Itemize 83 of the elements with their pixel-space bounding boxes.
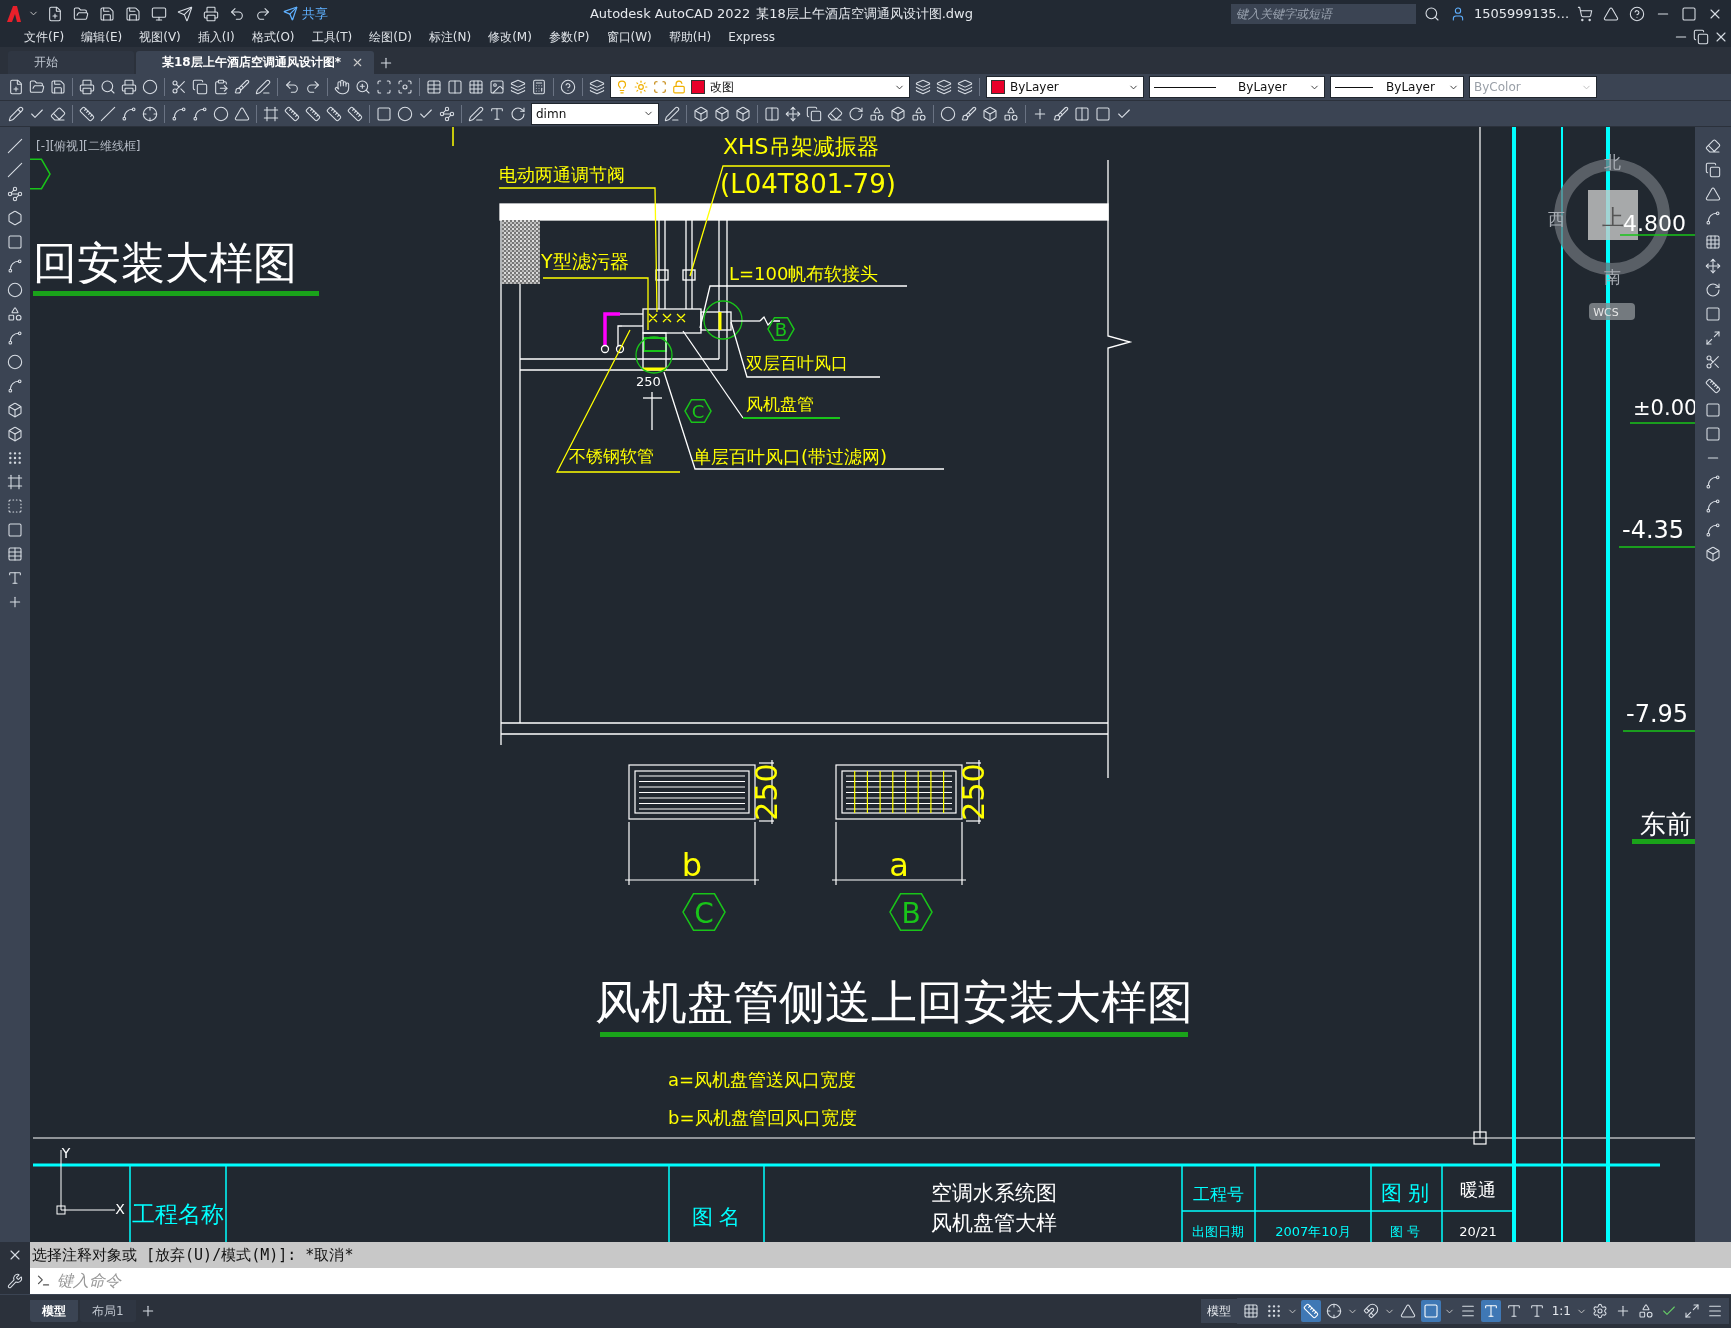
axis-label: Y bbox=[61, 1145, 71, 1162]
drawing-title: 风机盘管侧送上回安装大样图 bbox=[595, 975, 1193, 1030]
axis-label: X bbox=[115, 1201, 125, 1218]
color-value: ByLayer bbox=[1010, 80, 1059, 95]
annotation-scale[interactable]: 1:1 bbox=[1549, 1304, 1573, 1319]
title-block-label: 工程名称 bbox=[132, 1201, 224, 1228]
room-label: 东前 bbox=[1640, 809, 1692, 840]
section-letter: B bbox=[901, 897, 921, 931]
layer-name: 改图 bbox=[710, 78, 734, 96]
search-field[interactable]: 键入关键字或短语 bbox=[1230, 3, 1416, 24]
elevation-text: -7.95 bbox=[1626, 700, 1689, 729]
title-block-label: 图 名 bbox=[691, 1205, 741, 1230]
dimension-text: b bbox=[681, 846, 703, 885]
title-block-text: 20/21 bbox=[1459, 1224, 1497, 1240]
dimension-text: 250 bbox=[636, 374, 661, 390]
callout-letter: C bbox=[691, 401, 705, 423]
menu-item[interactable]: 文件(F) bbox=[18, 28, 76, 46]
legend-text: b=风机盘管回风口宽度 bbox=[668, 1107, 857, 1129]
plot-style-value: ByColor bbox=[1474, 80, 1521, 95]
lineweight-value: ByLayer bbox=[1385, 80, 1436, 95]
ucs-menu-label: WCS bbox=[1593, 306, 1619, 320]
callout-text: (L04T801-79) bbox=[720, 169, 896, 200]
menu-item[interactable]: 视图(V) bbox=[133, 28, 192, 46]
callout-text: 不锈钢软管 bbox=[569, 446, 654, 467]
callout-text: Y型滤污器 bbox=[541, 250, 629, 273]
viewport-label: [-][俯视][二维线框] bbox=[36, 139, 141, 154]
layer-dropdown[interactable]: 改图 bbox=[610, 76, 910, 99]
elevation-text: ±0.00 bbox=[1633, 396, 1695, 421]
compass-label: 西 bbox=[1547, 209, 1565, 230]
color-dropdown[interactable]: ByLayer bbox=[986, 76, 1144, 99]
menu-item[interactable]: 标注(N) bbox=[422, 28, 483, 46]
tab-label: 开始 bbox=[34, 53, 58, 71]
menu-item[interactable]: Express bbox=[722, 30, 786, 45]
file-tab[interactable]: 开始 bbox=[8, 50, 134, 74]
dimension-text: a bbox=[889, 846, 909, 885]
dimension-style-dropdown[interactable]: dimn bbox=[531, 102, 659, 125]
window-title: Autodesk AutoCAD 2022 bbox=[589, 6, 751, 22]
menu-item[interactable]: 绘图(D) bbox=[363, 28, 423, 46]
menu-item[interactable]: 格式(O) bbox=[245, 28, 306, 46]
menu-item[interactable]: 参数(P) bbox=[542, 28, 601, 46]
layout-tab[interactable]: 模型 bbox=[30, 1300, 78, 1323]
file-tab[interactable]: 某18层上午酒店空调通风设计图* bbox=[136, 50, 374, 74]
lineweight-dropdown[interactable]: ByLayer bbox=[1330, 76, 1464, 99]
command-history: 选择注释对象或 [放弃(U)/模式(M)]: *取消* bbox=[30, 1242, 1731, 1268]
title-block-label: 图 别 bbox=[1380, 1181, 1430, 1206]
title-block-text: 风机盘管大样 bbox=[931, 1211, 1057, 1236]
dimension-style-value: dimn bbox=[536, 106, 567, 121]
linetype-dropdown[interactable]: ByLayer bbox=[1149, 76, 1325, 99]
dimension-text: 250 bbox=[956, 763, 991, 822]
menu-item[interactable]: 帮助(H) bbox=[662, 28, 723, 46]
dimension-text: 250 bbox=[749, 763, 784, 822]
callout-text: L=100帆布软接头 bbox=[729, 263, 879, 285]
elevation-text: -4.35 bbox=[1622, 516, 1685, 545]
menu-item[interactable]: 修改(M) bbox=[482, 28, 543, 46]
callout-text: 双层百叶风口 bbox=[746, 353, 848, 374]
menu-item[interactable]: 插入(I) bbox=[191, 28, 246, 46]
callout-text: 风机盘管 bbox=[746, 394, 814, 415]
menu-item[interactable]: 编辑(E) bbox=[75, 28, 134, 46]
user-name[interactable]: 1505999135... bbox=[1473, 6, 1569, 22]
section-letter: C bbox=[694, 897, 714, 931]
title-block-label: 图 号 bbox=[1389, 1224, 1421, 1240]
window-title: 某18层上午酒店空调通风设计图.dwg bbox=[756, 4, 973, 23]
layout-tab[interactable]: 布局1 bbox=[80, 1300, 136, 1323]
title-block-text: 暖通 bbox=[1460, 1179, 1496, 1201]
callout-text: 单层百叶风口(带过滤网) bbox=[693, 446, 888, 468]
title-block-text: 2007年10月 bbox=[1275, 1224, 1351, 1240]
share-button[interactable]: 共享 bbox=[279, 4, 332, 23]
compass-label: 北 bbox=[1603, 152, 1621, 173]
menu-item[interactable]: 窗口(W) bbox=[600, 28, 663, 46]
menu-item[interactable]: 工具(T) bbox=[305, 28, 364, 46]
title-block-label: 工程号 bbox=[1192, 1184, 1244, 1205]
legend-text: a=风机盘管送风口宽度 bbox=[668, 1069, 857, 1091]
tab-label: 某18层上午酒店空调通风设计图* bbox=[162, 53, 341, 71]
command-input[interactable]: 键入命令 bbox=[57, 1267, 1731, 1294]
callout-text: 电动两通调节阀 bbox=[499, 164, 625, 186]
title-block-text: 空调水系统图 bbox=[931, 1181, 1057, 1206]
callout-letter: B bbox=[774, 319, 788, 341]
callout-text: XHS吊架减振器 bbox=[723, 134, 879, 160]
drawing-title: 回安装大样图 bbox=[33, 237, 297, 289]
view-cube-face-label: 上 bbox=[1602, 205, 1624, 231]
linetype-value: ByLayer bbox=[1237, 80, 1288, 95]
model-space-button[interactable]: 模型 bbox=[1200, 1299, 1237, 1324]
title-block-label: 出图日期 bbox=[1192, 1224, 1244, 1240]
